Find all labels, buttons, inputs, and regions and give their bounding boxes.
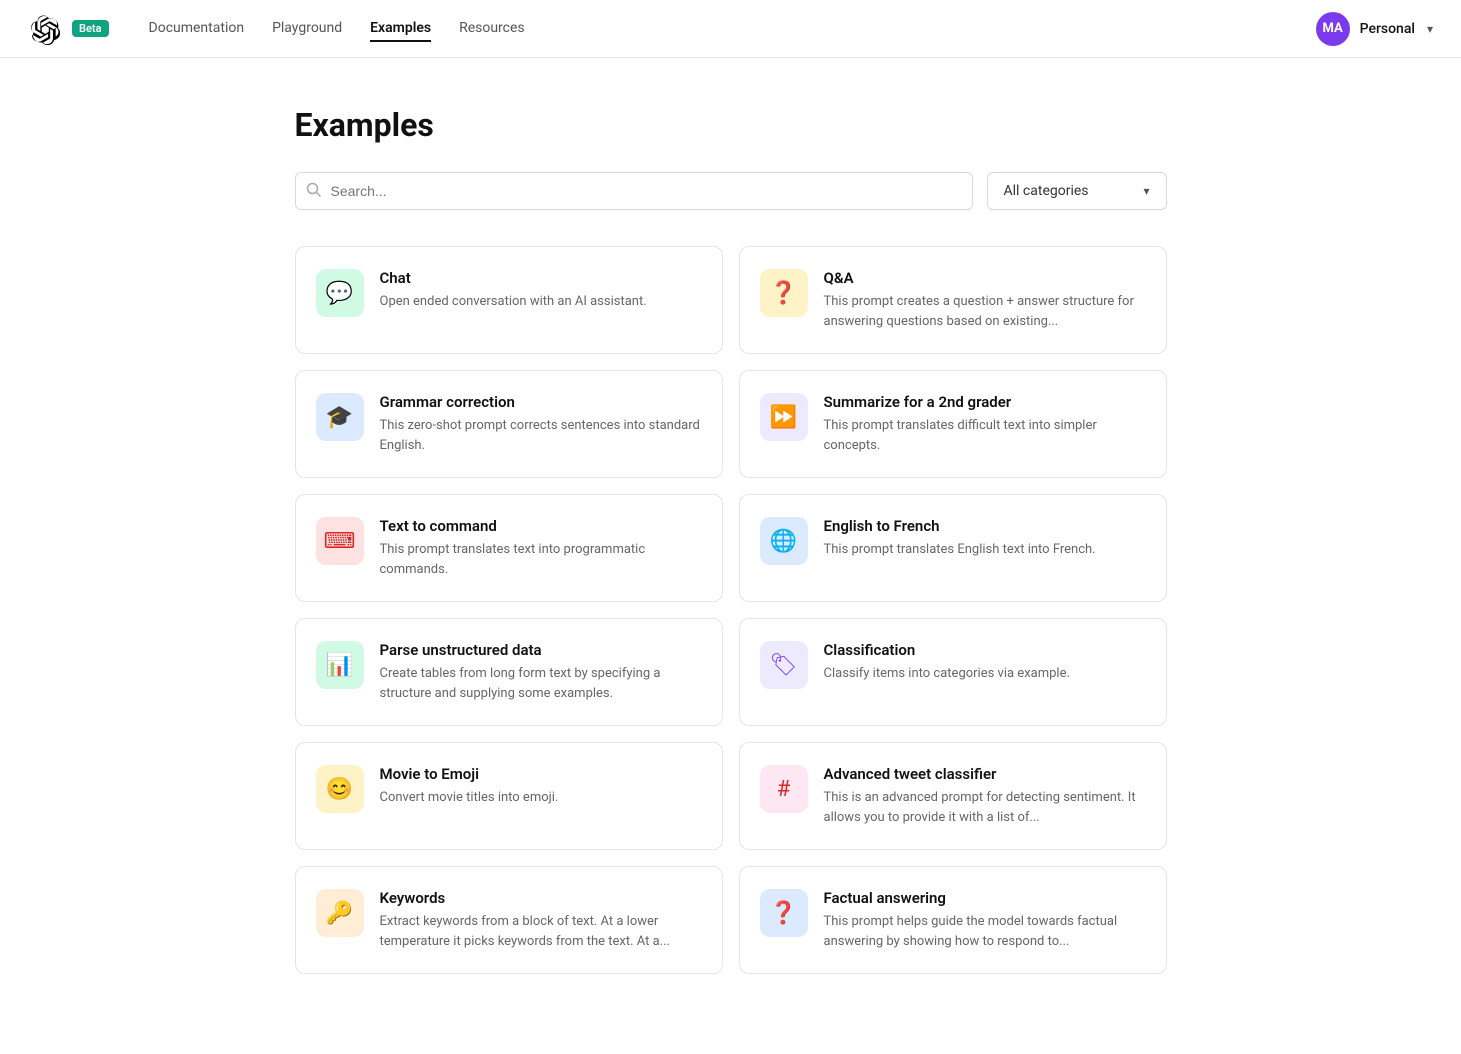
controls-bar: All categories ▾	[295, 172, 1167, 210]
card-icon-classification: 🏷	[760, 641, 808, 689]
card-title-summarize: Summarize for a 2nd grader	[824, 393, 1146, 411]
card-text-chat: Chat Open ended conversation with an AI a…	[380, 269, 702, 312]
card-desc-advanced-tweet-classifier: This is an advanced prompt for detecting…	[824, 788, 1146, 827]
username: Personal	[1360, 21, 1415, 37]
main-content: Examples All categories ▾ 💬 Chat Open ende…	[271, 58, 1191, 1054]
card-advanced-tweet-classifier[interactable]: # Advanced tweet classifier This is an adv…	[739, 742, 1167, 850]
card-desc-factual-answering: This prompt helps guide the model toward…	[824, 912, 1146, 951]
card-icon-factual-answering: ❓	[760, 889, 808, 937]
card-icon-qa: ❓	[760, 269, 808, 317]
page-title: Examples	[295, 106, 1167, 144]
card-title-chat: Chat	[380, 269, 702, 287]
card-desc-english-to-french: This prompt translates English text into…	[824, 540, 1146, 560]
card-keywords[interactable]: 🔑 Keywords Extract keywords from a block o…	[295, 866, 723, 974]
card-icon-english-to-french: 🌐	[760, 517, 808, 565]
card-desc-parse-unstructured-data: Create tables from long form text by spe…	[380, 664, 702, 703]
category-chevron-icon: ▾	[1143, 184, 1149, 198]
card-text-keywords: Keywords Extract keywords from a block of…	[380, 889, 702, 951]
card-icon-movie-to-emoji: 😊	[316, 765, 364, 813]
card-desc-qa: This prompt creates a question + answer …	[824, 292, 1146, 331]
card-classification[interactable]: 🏷 Classification Classify items into categ…	[739, 618, 1167, 726]
card-icon-grammar-correction: 🎓	[316, 393, 364, 441]
nav-playground[interactable]: Playground	[272, 16, 342, 42]
search-input[interactable]	[331, 173, 972, 209]
card-text-qa: Q&A This prompt creates a question + answ…	[824, 269, 1146, 331]
card-desc-grammar-correction: This zero-shot prompt corrects sentences…	[380, 416, 702, 455]
nav-links: Documentation Playground Examples Resour…	[149, 16, 1316, 42]
card-icon-advanced-tweet-classifier: #	[760, 765, 808, 813]
nav-documentation[interactable]: Documentation	[149, 16, 245, 42]
card-text-english-to-french: English to French This prompt translates …	[824, 517, 1146, 560]
nav-resources[interactable]: Resources	[459, 16, 525, 42]
card-title-grammar-correction: Grammar correction	[380, 393, 702, 411]
card-text-classification: Classification Classify items into catego…	[824, 641, 1146, 684]
nav-examples[interactable]: Examples	[370, 16, 431, 42]
card-desc-keywords: Extract keywords from a block of text. A…	[380, 912, 702, 951]
search-icon	[296, 182, 331, 201]
card-parse-unstructured-data[interactable]: 📊 Parse unstructured data Create tables fr…	[295, 618, 723, 726]
card-text-to-command[interactable]: ⌨ Text to command This prompt translates t…	[295, 494, 723, 602]
user-menu[interactable]: MA Personal ▾	[1316, 12, 1433, 46]
card-title-movie-to-emoji: Movie to Emoji	[380, 765, 702, 783]
card-factual-answering[interactable]: ❓ Factual answering This prompt helps guid…	[739, 866, 1167, 974]
card-title-factual-answering: Factual answering	[824, 889, 1146, 907]
card-icon-keywords: 🔑	[316, 889, 364, 937]
search-wrapper	[295, 172, 973, 210]
examples-grid: 💬 Chat Open ended conversation with an AI …	[295, 246, 1167, 974]
card-text-text-to-command: Text to command This prompt translates te…	[380, 517, 702, 579]
card-title-english-to-french: English to French	[824, 517, 1146, 535]
card-desc-text-to-command: This prompt translates text into program…	[380, 540, 702, 579]
card-text-advanced-tweet-classifier: Advanced tweet classifier This is an adva…	[824, 765, 1146, 827]
card-english-to-french[interactable]: 🌐 English to French This prompt translates…	[739, 494, 1167, 602]
card-title-qa: Q&A	[824, 269, 1146, 287]
card-title-text-to-command: Text to command	[380, 517, 702, 535]
card-text-grammar-correction: Grammar correction This zero-shot prompt …	[380, 393, 702, 455]
card-desc-summarize: This prompt translates difficult text in…	[824, 416, 1146, 455]
card-icon-summarize: ⏩	[760, 393, 808, 441]
card-title-parse-unstructured-data: Parse unstructured data	[380, 641, 702, 659]
card-text-movie-to-emoji: Movie to Emoji Convert movie titles into …	[380, 765, 702, 808]
card-movie-to-emoji[interactable]: 😊 Movie to Emoji Convert movie titles into…	[295, 742, 723, 850]
card-desc-chat: Open ended conversation with an AI assis…	[380, 292, 702, 312]
navbar: Beta Documentation Playground Examples R…	[0, 0, 1461, 58]
card-title-classification: Classification	[824, 641, 1146, 659]
card-desc-classification: Classify items into categories via examp…	[824, 664, 1146, 684]
beta-badge: Beta	[72, 20, 109, 37]
card-grammar-correction[interactable]: 🎓 Grammar correction This zero-shot prompt…	[295, 370, 723, 478]
card-title-advanced-tweet-classifier: Advanced tweet classifier	[824, 765, 1146, 783]
user-menu-chevron-icon: ▾	[1427, 22, 1433, 36]
category-dropdown[interactable]: All categories ▾	[987, 172, 1167, 210]
card-qa[interactable]: ❓ Q&A This prompt creates a question + ans…	[739, 246, 1167, 354]
card-title-keywords: Keywords	[380, 889, 702, 907]
card-chat[interactable]: 💬 Chat Open ended conversation with an AI …	[295, 246, 723, 354]
category-label: All categories	[1004, 183, 1089, 199]
card-text-factual-answering: Factual answering This prompt helps guide…	[824, 889, 1146, 951]
card-desc-movie-to-emoji: Convert movie titles into emoji.	[380, 788, 702, 808]
avatar: MA	[1316, 12, 1350, 46]
logo[interactable]: Beta	[28, 13, 109, 45]
card-summarize[interactable]: ⏩ Summarize for a 2nd grader This prompt t…	[739, 370, 1167, 478]
card-icon-text-to-command: ⌨	[316, 517, 364, 565]
card-icon-chat: 💬	[316, 269, 364, 317]
card-icon-parse-unstructured-data: 📊	[316, 641, 364, 689]
card-text-summarize: Summarize for a 2nd grader This prompt tr…	[824, 393, 1146, 455]
openai-logo-icon	[28, 13, 60, 45]
card-text-parse-unstructured-data: Parse unstructured data Create tables fro…	[380, 641, 702, 703]
